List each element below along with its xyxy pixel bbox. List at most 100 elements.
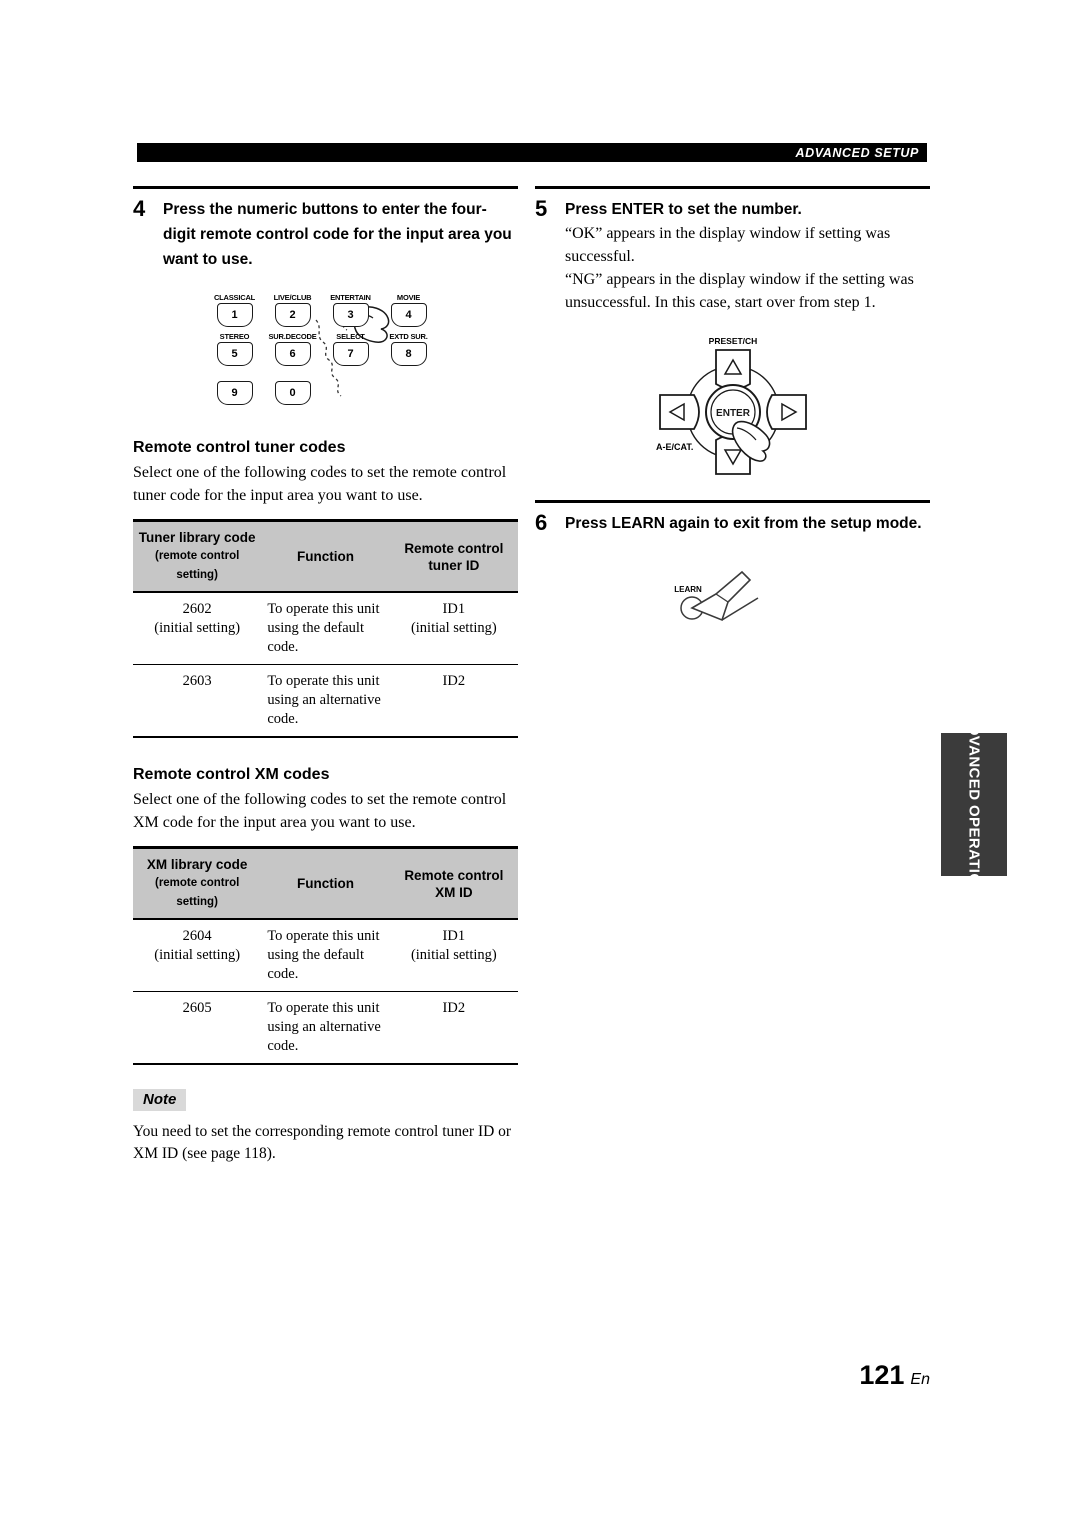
step-5-body-line-2: “NG” appears in the display window if th… xyxy=(565,271,914,311)
keypad-cell-8: EXTD SUR. 8 xyxy=(385,331,433,366)
keypad-button-8[interactable]: 8 xyxy=(390,342,427,366)
side-tab-label: ADVANCED OPERATION xyxy=(965,712,983,897)
keypad-row-1: CLASSICAL 1 LIVE/CLUB 2 ENTERTAIN 3 MOVI… xyxy=(211,292,441,327)
keypad-button-4[interactable]: 4 xyxy=(390,303,427,327)
learn-button-label: LEARN xyxy=(674,585,702,594)
numeric-keypad-figure: CLASSICAL 1 LIVE/CLUB 2 ENTERTAIN 3 MOVI… xyxy=(211,292,441,405)
note-block: Note You need to set the corresponding r… xyxy=(133,1089,518,1165)
xm-row1-code: 2604 (initial setting) xyxy=(133,919,262,992)
step6-rule xyxy=(535,500,930,503)
tuner-row1-code-note: (initial setting) xyxy=(154,620,241,636)
xm-row1-code-note: (initial setting) xyxy=(154,947,241,963)
keypad-label-classical: CLASSICAL xyxy=(213,293,256,302)
right-column: 5 Press ENTER to set the number. “OK” ap… xyxy=(535,186,930,632)
page-number: 121 xyxy=(859,1360,905,1390)
table-row: 2605 To operate this unit using an alter… xyxy=(133,991,518,1065)
xm-row1-id-value: ID1 xyxy=(442,928,466,944)
keypad-label-entertain: ENTERTAIN xyxy=(330,293,371,302)
keypad-label-select: SELECT xyxy=(336,332,365,341)
keypad-button-3[interactable]: 3 xyxy=(332,303,369,327)
xm-row1-id-note: (initial setting) xyxy=(410,947,497,963)
keypad-label-extd-sur: EXTD SUR. xyxy=(389,332,428,341)
tuner-row1-id-value: ID1 xyxy=(442,601,466,617)
xm-codes-heading: Remote control XM codes xyxy=(133,766,330,783)
step6-block: 6 Press LEARN again to exit from the set… xyxy=(535,500,930,536)
step-6: 6 Press LEARN again to exit from the set… xyxy=(535,511,930,536)
keypad-cell-2: LIVE/CLUB 2 xyxy=(269,292,317,327)
step-5-number: 5 xyxy=(535,196,548,221)
xm-col-code: XM library code (remote control setting) xyxy=(133,846,262,920)
manual-page: ADVANCED SETUP 4 Press the numeric butto… xyxy=(0,0,1080,1528)
keypad-button-5[interactable]: 5 xyxy=(216,342,253,366)
preset-ch-label: PRESET/CH xyxy=(708,336,757,346)
tuner-row2-function: To operate this unit using an alternativ… xyxy=(261,664,390,738)
tuner-codes-section: Remote control tuner codes Select one of… xyxy=(133,439,518,738)
cursor-right-button[interactable] xyxy=(765,394,807,430)
tuner-row1-function: To operate this unit using the default c… xyxy=(261,592,390,665)
step-5-title: Press ENTER to set the number. xyxy=(565,201,802,218)
keypad-row-3: 9 0 xyxy=(211,370,441,405)
enter-button-label: ENTER xyxy=(716,408,751,419)
step-6-number: 6 xyxy=(535,510,548,535)
tuner-col-code: Tuner library code (remote control setti… xyxy=(133,519,262,593)
keypad-cell-3: ENTERTAIN 3 xyxy=(327,292,375,327)
step-5-body-line-1: “OK” appears in the display window if se… xyxy=(565,225,891,265)
tuner-col-code-sub: (remote control setting) xyxy=(154,550,240,581)
tuner-row1-code-value: 2602 xyxy=(182,601,212,617)
tuner-row1-id-note: (initial setting) xyxy=(410,620,497,636)
tuner-codes-intro: Select one of the following codes to set… xyxy=(133,464,507,504)
keypad-button-1[interactable]: 1 xyxy=(216,303,253,327)
xm-col-id: Remote control XM ID xyxy=(389,846,518,920)
running-header-bar: ADVANCED SETUP xyxy=(137,143,927,162)
xm-row1-function: To operate this unit using the default c… xyxy=(261,919,390,992)
keypad-cell-7: SELECT 7 xyxy=(327,331,375,366)
tuner-col-id: Remote control tuner ID xyxy=(389,519,518,593)
keypad-button-0[interactable]: 0 xyxy=(274,381,311,405)
step-4-number: 4 xyxy=(133,196,146,221)
keypad-label-live-club: LIVE/CLUB xyxy=(273,293,312,302)
keypad-cell-9: 9 xyxy=(211,370,259,405)
xm-col-code-main: XM library code xyxy=(146,857,248,872)
keypad-label-movie: MOVIE xyxy=(396,293,421,302)
step5-rule xyxy=(535,186,930,189)
xm-codes-intro: Select one of the following codes to set… xyxy=(133,791,507,831)
table-row: 2604 (initial setting) To operate this u… xyxy=(133,919,518,992)
tuner-row1-id: ID1 (initial setting) xyxy=(389,592,518,665)
xm-codes-table: XM library code (remote control setting)… xyxy=(133,846,518,1065)
table-row: 2603 To operate this unit using an alter… xyxy=(133,664,518,738)
tuner-row2-code: 2603 xyxy=(133,664,262,738)
keypad-button-7[interactable]: 7 xyxy=(332,342,369,366)
tuner-codes-heading: Remote control tuner codes xyxy=(133,439,346,456)
left-column: 4 Press the numeric buttons to enter the… xyxy=(133,186,518,1165)
step-4: 4 Press the numeric buttons to enter the… xyxy=(133,197,518,272)
tuner-table-header-row: Tuner library code (remote control setti… xyxy=(133,519,518,593)
note-text: You need to set the corresponding remote… xyxy=(133,1123,512,1162)
keypad-cell-4: MOVIE 4 xyxy=(385,292,433,327)
keypad-cell-1: CLASSICAL 1 xyxy=(211,292,259,327)
xm-col-code-sub: (remote control setting) xyxy=(154,877,240,908)
step-6-title: Press LEARN again to exit from the setup… xyxy=(565,515,922,532)
cursor-pad-svg: ENTER PRESET/CH A-E/CAT. xyxy=(656,336,807,475)
cursor-pad-figure: ENTER PRESET/CH A-E/CAT. xyxy=(638,332,828,482)
tuner-col-code-main: Tuner library code xyxy=(138,530,256,545)
page-language-code: En xyxy=(910,1371,930,1388)
xm-row2-function: To operate this unit using an alternativ… xyxy=(261,991,390,1065)
note-badge: Note xyxy=(133,1089,187,1111)
step-4-title: Press the numeric buttons to enter the f… xyxy=(163,201,512,268)
step4-rule xyxy=(133,186,518,189)
tuner-row2-id: ID2 xyxy=(389,664,518,738)
keypad-cell-5: STEREO 5 xyxy=(211,331,259,366)
side-tab-advanced-operation: ADVANCED OPERATION xyxy=(941,713,1007,896)
keypad-button-9[interactable]: 9 xyxy=(216,381,253,405)
page-footer: 121 En xyxy=(859,1360,930,1391)
cursor-up-button[interactable] xyxy=(714,349,751,390)
learn-button-svg: LEARN xyxy=(674,570,758,622)
keypad-label-blank-9 xyxy=(211,370,259,381)
table-row: 2602 (initial setting) To operate this u… xyxy=(133,592,518,665)
xm-table-header-row: XM library code (remote control setting)… xyxy=(133,846,518,920)
xm-row1-id: ID1 (initial setting) xyxy=(389,919,518,992)
keypad-button-2[interactable]: 2 xyxy=(274,303,311,327)
keypad-button-6[interactable]: 6 xyxy=(274,342,311,366)
cursor-left-button[interactable] xyxy=(658,394,700,430)
keypad-label-stereo: STEREO xyxy=(219,332,250,341)
